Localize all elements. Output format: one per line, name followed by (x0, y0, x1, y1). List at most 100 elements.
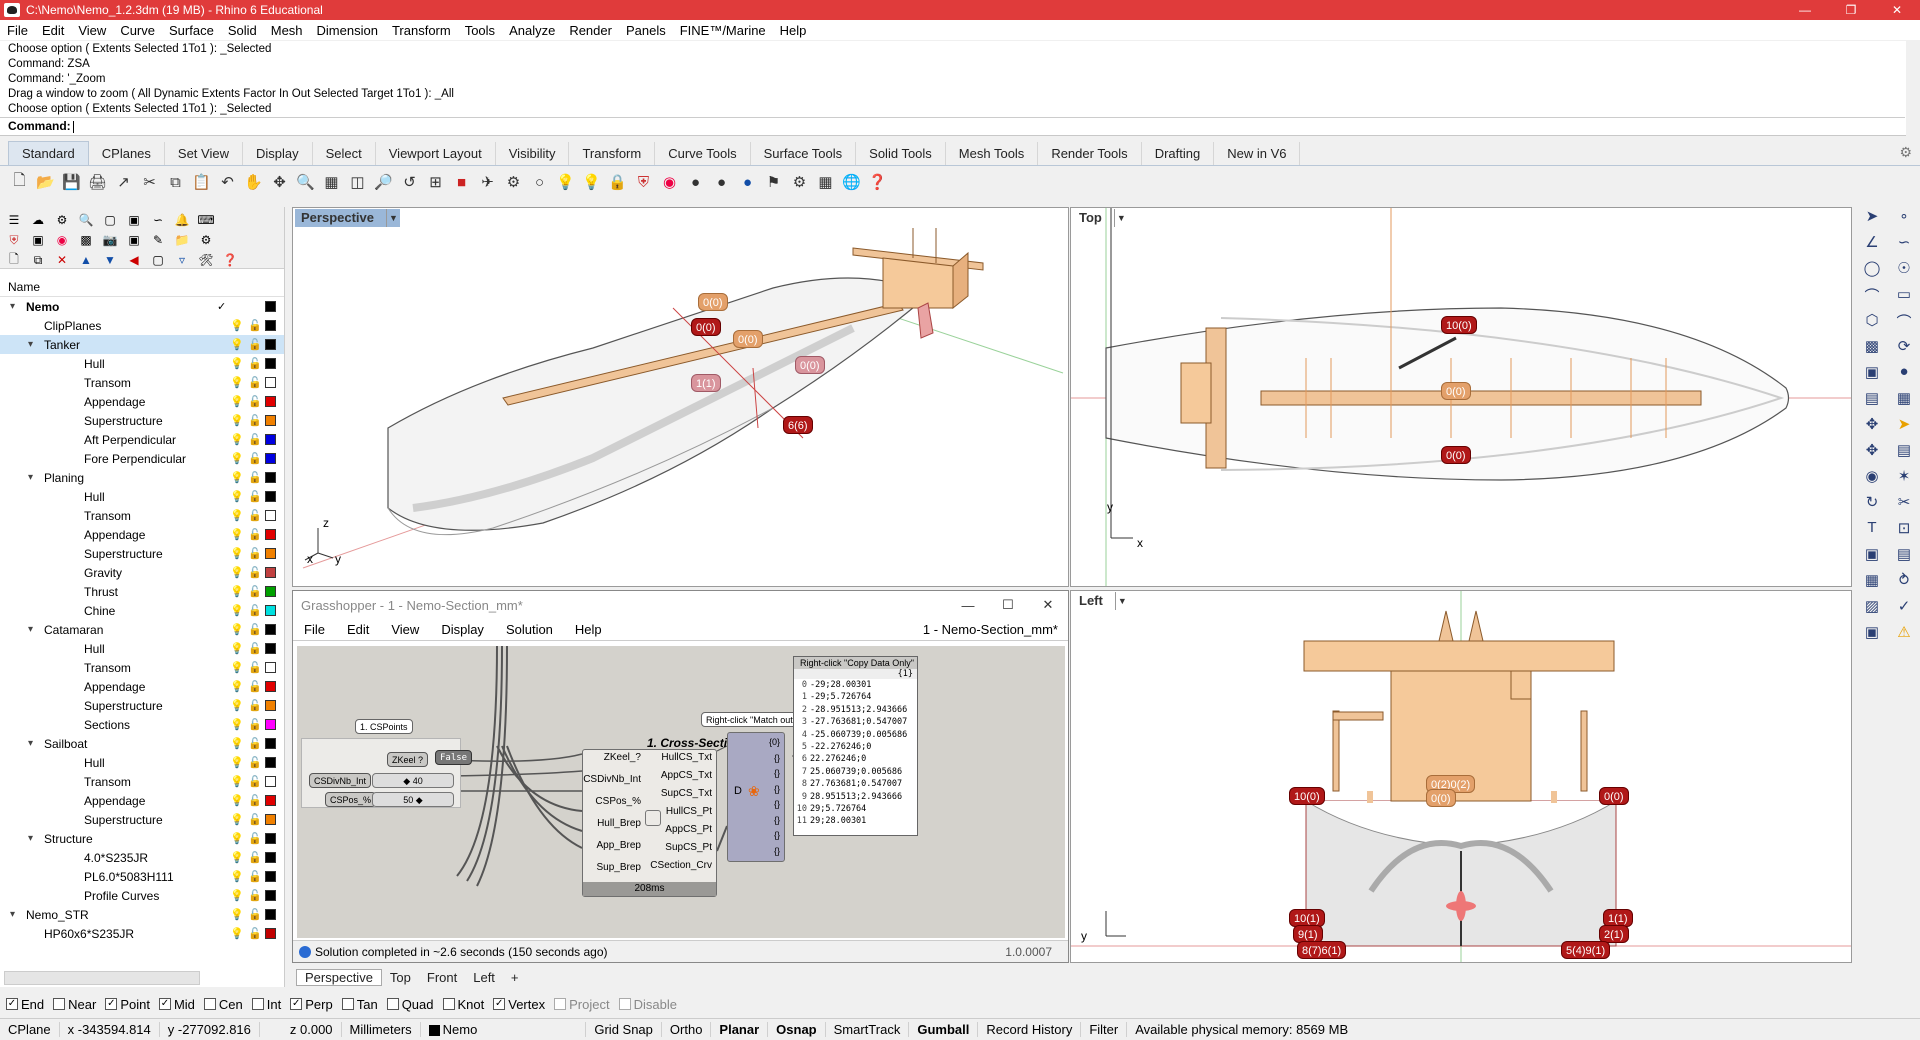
light-icon[interactable]: 💡 (554, 171, 577, 194)
grasshopper-window[interactable]: Grasshopper - 1 - Nemo-Section_mm* — ☐ ✕… (292, 590, 1069, 963)
layer-row[interactable]: Appendage 💡 🔓 (0, 677, 284, 696)
tab-render-tools[interactable]: Render Tools (1038, 142, 1142, 165)
visibility-bulb-icon[interactable]: 💡 (230, 832, 244, 845)
lock-icon[interactable]: 🔓 (248, 756, 262, 769)
options-gear-icon[interactable]: ⚙ (788, 171, 811, 194)
tab-visibility[interactable]: Visibility (496, 142, 570, 165)
toggle-planar[interactable]: Planar (711, 1022, 769, 1037)
output-param[interactable]: HullCS_Pt (666, 806, 712, 817)
point-tag[interactable]: 5(4)9(1) (1561, 941, 1611, 959)
layer-color-swatch[interactable] (265, 301, 276, 312)
new-layer-icon[interactable]: 🗋 (4, 251, 24, 269)
output-param[interactable]: CSection_Crv (650, 860, 712, 871)
gh-menu-solution[interactable]: Solution (495, 622, 564, 637)
warning-icon[interactable]: ⚠ (1889, 623, 1919, 647)
lock-icon[interactable]: 🔓 (248, 718, 262, 731)
help-icon[interactable]: ❓ (220, 251, 240, 269)
lock-icon[interactable]: 🔓 (248, 927, 262, 940)
checkbox[interactable] (442, 998, 455, 1010)
toggle-smarttrack[interactable]: SmartTrack (826, 1022, 910, 1037)
keyboard-icon[interactable]: ⌨ (196, 211, 216, 229)
input-param[interactable]: CSDivNb_Int (583, 774, 641, 785)
lock-icon[interactable]: 🔓 (248, 566, 262, 579)
layer-color-swatch[interactable] (265, 909, 276, 920)
menu-edit[interactable]: Edit (35, 23, 71, 38)
zoom-selected-icon[interactable]: 🔎 (372, 171, 395, 194)
checkbox[interactable] (341, 998, 354, 1010)
grid-icon[interactable]: ▦ (814, 171, 837, 194)
point-tag[interactable]: 0(0) (691, 318, 721, 336)
checkbox[interactable]: ✓ (290, 998, 303, 1010)
status-units[interactable]: Millimeters (342, 1022, 421, 1037)
visibility-bulb-icon[interactable]: 💡 (230, 452, 244, 465)
point-icon[interactable]: ∘ (1889, 207, 1919, 231)
osnap-knot[interactable]: Knot (442, 997, 484, 1012)
expand-arrow-icon[interactable]: ▾ (28, 738, 40, 749)
visibility-bulb-icon[interactable]: 💡 (230, 604, 244, 617)
sphere-rendered-icon[interactable]: ● (710, 171, 733, 194)
menu-dimension[interactable]: Dimension (310, 23, 385, 38)
lock-icon[interactable]: 🔓 (248, 813, 262, 826)
output-param[interactable]: HullCS_Txt (661, 752, 712, 763)
vp-tab-front[interactable]: Front (419, 970, 465, 985)
toggle-record-history[interactable]: Record History (978, 1022, 1082, 1037)
output-param[interactable]: AppCS_Pt (665, 824, 712, 835)
layer-color-swatch[interactable] (265, 871, 276, 882)
box-icon[interactable]: ▣ (1857, 363, 1887, 387)
block-icon[interactable]: ▣ (1857, 545, 1887, 569)
menu-view[interactable]: View (71, 23, 113, 38)
visibility-bulb-icon[interactable]: 💡 (230, 680, 244, 693)
layer-color-swatch[interactable] (265, 396, 276, 407)
move-up-icon[interactable]: ▲ (76, 251, 96, 269)
arc-icon[interactable]: ⌒ (1857, 285, 1887, 309)
viewport-perspective[interactable]: Perspective ▼ z y x 0(0) 0(0) 0(0) 0(0) 1… (292, 207, 1069, 587)
tab-cplanes[interactable]: CPlanes (89, 142, 165, 165)
layer-row[interactable]: Appendage 💡 🔓 (0, 791, 284, 810)
layer-shield-icon[interactable]: ⛨ (632, 171, 655, 194)
curve-icon[interactable]: ∽ (1889, 233, 1919, 257)
shear-icon[interactable]: ▨ (1857, 597, 1887, 621)
output-param[interactable]: SupCS_Txt (661, 788, 712, 799)
filter-icon[interactable]: ▿ (172, 251, 192, 269)
layer-row[interactable]: Superstructure 💡 🔓 (0, 411, 284, 430)
layer-row[interactable]: ▾ Sailboat 💡 🔓 (0, 734, 284, 753)
texture-icon[interactable]: ▣ (124, 231, 144, 249)
duplicate-icon[interactable]: ▢ (148, 251, 168, 269)
gh-menu-edit[interactable]: Edit (336, 622, 380, 637)
menu-panels[interactable]: Panels (619, 23, 673, 38)
checkbox[interactable]: ✓ (6, 998, 18, 1010)
analyze-icon[interactable]: ➤ (1889, 415, 1919, 439)
visibility-bulb-icon[interactable]: 💡 (230, 414, 244, 427)
layer-row[interactable]: Hull 💡 🔓 (0, 639, 284, 658)
lock-icon[interactable]: 🔓 (248, 737, 262, 750)
viewport-left[interactable]: Left ▼ y 10(0) 0(2)0(2) 0(0) 0(0) 10(1) 9… (1070, 590, 1852, 963)
tab-transform[interactable]: Transform (569, 142, 656, 165)
visibility-bulb-icon[interactable]: 💡 (230, 566, 244, 579)
layer-row[interactable]: ▾ Nemo_STR 💡 🔓 (0, 905, 284, 924)
lock-icon[interactable]: 🔓 (248, 794, 262, 807)
visibility-bulb-icon[interactable]: 💡 (230, 395, 244, 408)
tools-icon[interactable]: 🛠 (196, 251, 216, 269)
select-arrow-icon[interactable]: ➤ (1857, 207, 1887, 231)
visibility-bulb-icon[interactable]: 💡 (230, 756, 244, 769)
visibility-bulb-icon[interactable]: 💡 (230, 376, 244, 389)
visibility-bulb-icon[interactable]: 💡 (230, 737, 244, 750)
gh-menu-help[interactable]: Help (564, 622, 613, 637)
point-tag[interactable]: 0(0) (1426, 789, 1456, 807)
flag-icon[interactable]: ⚑ (762, 171, 785, 194)
sublayer-icon[interactable]: ▣ (28, 231, 48, 249)
add-viewport-button[interactable]: + (503, 970, 527, 985)
car-icon[interactable]: ■ (450, 171, 473, 194)
toggle-grid-snap[interactable]: Grid Snap (586, 1022, 662, 1037)
layer-color-swatch[interactable] (265, 605, 276, 616)
checkbox[interactable] (251, 998, 264, 1010)
layer-horizontal-scrollbar[interactable] (4, 971, 200, 985)
expand-arrow-icon[interactable]: ▾ (28, 472, 40, 483)
copy-icon[interactable]: ⧉ (164, 171, 187, 194)
paste-icon[interactable]: 📋 (190, 171, 213, 194)
align-icon[interactable]: ▤ (1889, 441, 1919, 465)
lock-icon[interactable]: 🔒 (606, 171, 629, 194)
check-icon[interactable]: ✓ (1889, 597, 1919, 621)
visibility-bulb-icon[interactable]: 💡 (230, 490, 244, 503)
new-file-icon[interactable]: 🗋 (8, 171, 31, 194)
